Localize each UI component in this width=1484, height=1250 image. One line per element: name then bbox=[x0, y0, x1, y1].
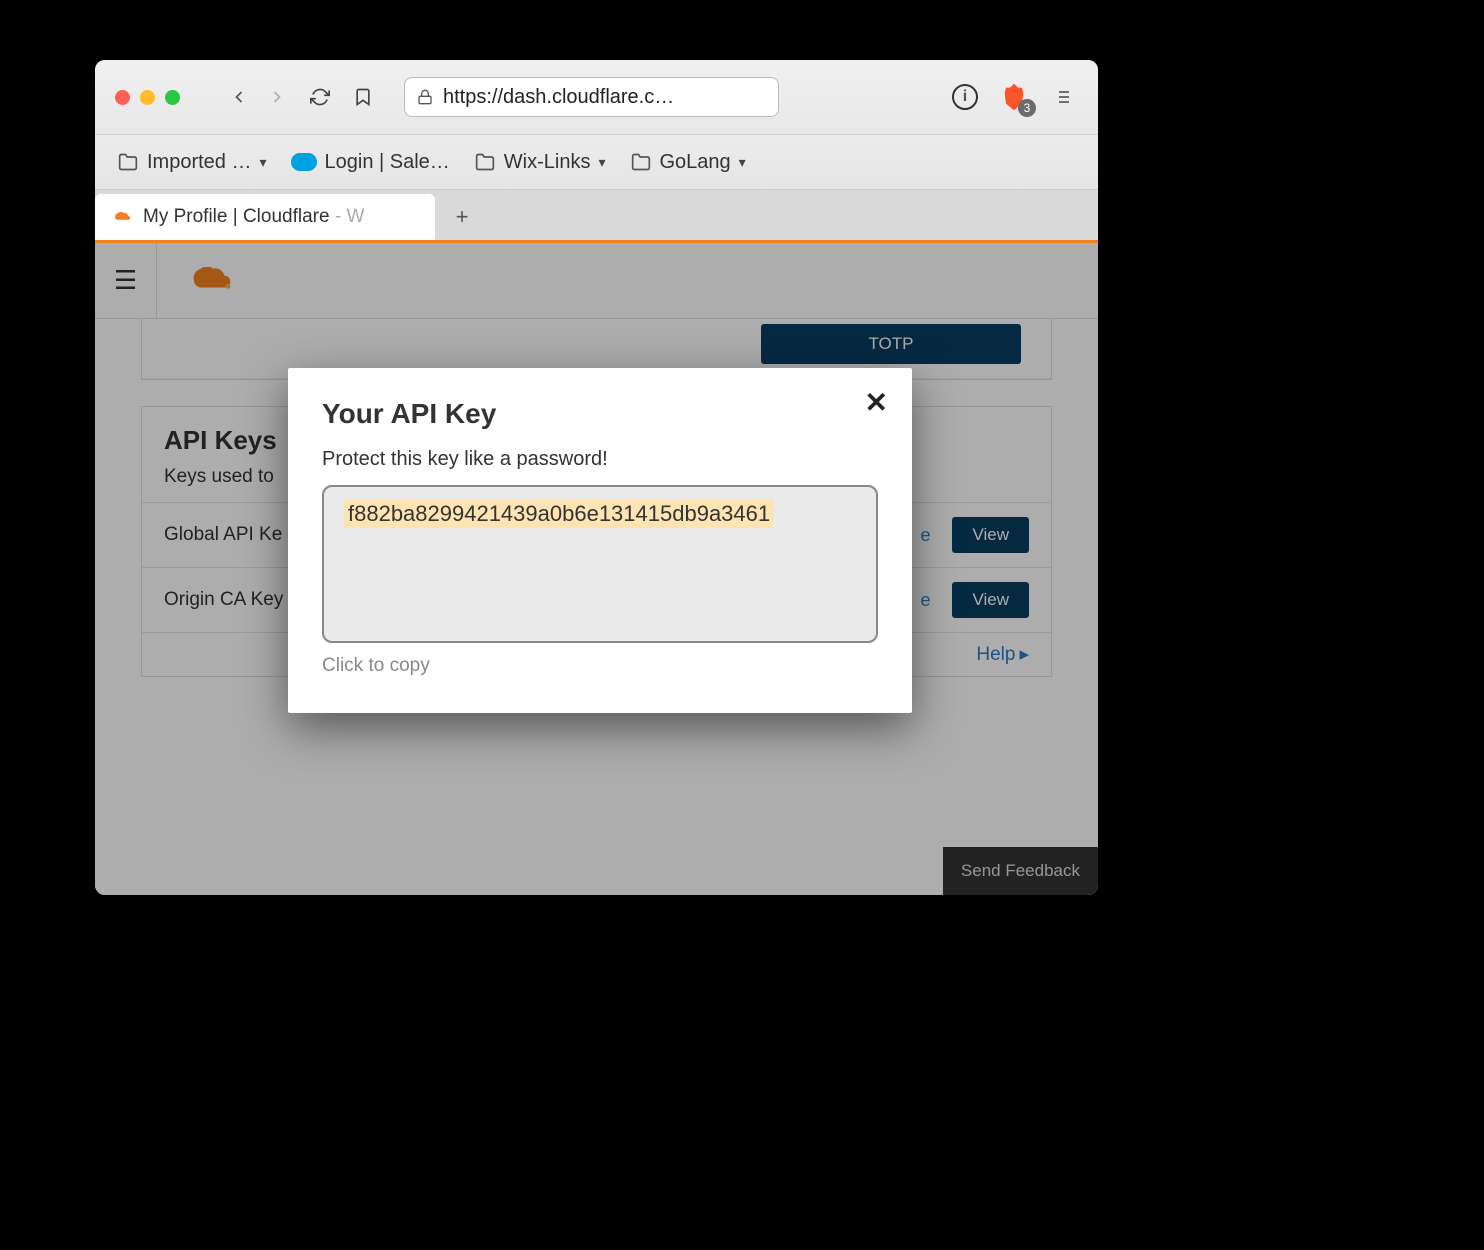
bookmark-salesforce[interactable]: Login | Sale… bbox=[291, 151, 450, 174]
url-text: https://dash.cloudflare.c… bbox=[443, 86, 674, 109]
page-content: ☰ TOTP API Keys Keys used to Global API … bbox=[95, 240, 1098, 895]
tab-cloudflare-profile[interactable]: My Profile | Cloudflare - W bbox=[95, 194, 435, 240]
minimize-window-button[interactable] bbox=[140, 90, 155, 105]
shields-count: 3 bbox=[1018, 99, 1036, 117]
bookmark-folder-imported[interactable]: Imported … ▾ bbox=[117, 151, 267, 174]
bookmark-folder-golang[interactable]: GoLang ▾ bbox=[630, 151, 746, 174]
api-key-modal: ✕ Your API Key Protect this key like a p… bbox=[288, 368, 912, 713]
chevron-down-icon: ▾ bbox=[598, 154, 605, 171]
copy-hint: Click to copy bbox=[322, 655, 878, 677]
toolbar-right: i 3 bbox=[952, 81, 1078, 113]
chevron-down-icon: ▾ bbox=[259, 154, 266, 171]
info-icon[interactable]: i bbox=[952, 84, 978, 110]
api-key-value[interactable]: f882ba8299421439a0b6e131415db9a3461 bbox=[344, 499, 774, 528]
browser-window: https://dash.cloudflare.c… i 3 Imported … bbox=[95, 60, 1098, 895]
brave-shields-button[interactable]: 3 bbox=[998, 81, 1030, 113]
forward-button[interactable] bbox=[263, 83, 291, 111]
titlebar: https://dash.cloudflare.c… i 3 bbox=[95, 60, 1098, 135]
salesforce-icon bbox=[291, 153, 317, 171]
nav-arrows bbox=[225, 83, 291, 111]
bookmark-button[interactable] bbox=[349, 83, 377, 111]
bookmarks-bar: Imported … ▾ Login | Sale… Wix-Links ▾ G… bbox=[95, 135, 1098, 190]
menu-button[interactable] bbox=[1050, 83, 1078, 111]
close-window-button[interactable] bbox=[115, 90, 130, 105]
hamburger-icon bbox=[1054, 87, 1074, 107]
folder-icon bbox=[630, 152, 652, 172]
bookmark-folder-wix[interactable]: Wix-Links ▾ bbox=[474, 151, 606, 174]
new-tab-button[interactable]: + bbox=[447, 202, 477, 232]
url-bar[interactable]: https://dash.cloudflare.c… bbox=[404, 77, 779, 117]
tab-title: My Profile | Cloudflare - W bbox=[143, 206, 364, 228]
chevron-down-icon: ▾ bbox=[739, 154, 746, 171]
tab-strip: My Profile | Cloudflare - W + bbox=[95, 190, 1098, 240]
cloudflare-icon bbox=[111, 210, 133, 224]
reload-button[interactable] bbox=[306, 83, 334, 111]
close-icon[interactable]: ✕ bbox=[865, 386, 888, 419]
folder-icon bbox=[117, 152, 139, 172]
folder-icon bbox=[474, 152, 496, 172]
modal-warning: Protect this key like a password! bbox=[322, 448, 878, 471]
lock-icon bbox=[417, 89, 433, 105]
api-key-box[interactable]: f882ba8299421439a0b6e131415db9a3461 bbox=[322, 485, 878, 643]
back-button[interactable] bbox=[225, 83, 253, 111]
modal-title: Your API Key bbox=[322, 398, 878, 430]
traffic-lights bbox=[115, 90, 180, 105]
maximize-window-button[interactable] bbox=[165, 90, 180, 105]
